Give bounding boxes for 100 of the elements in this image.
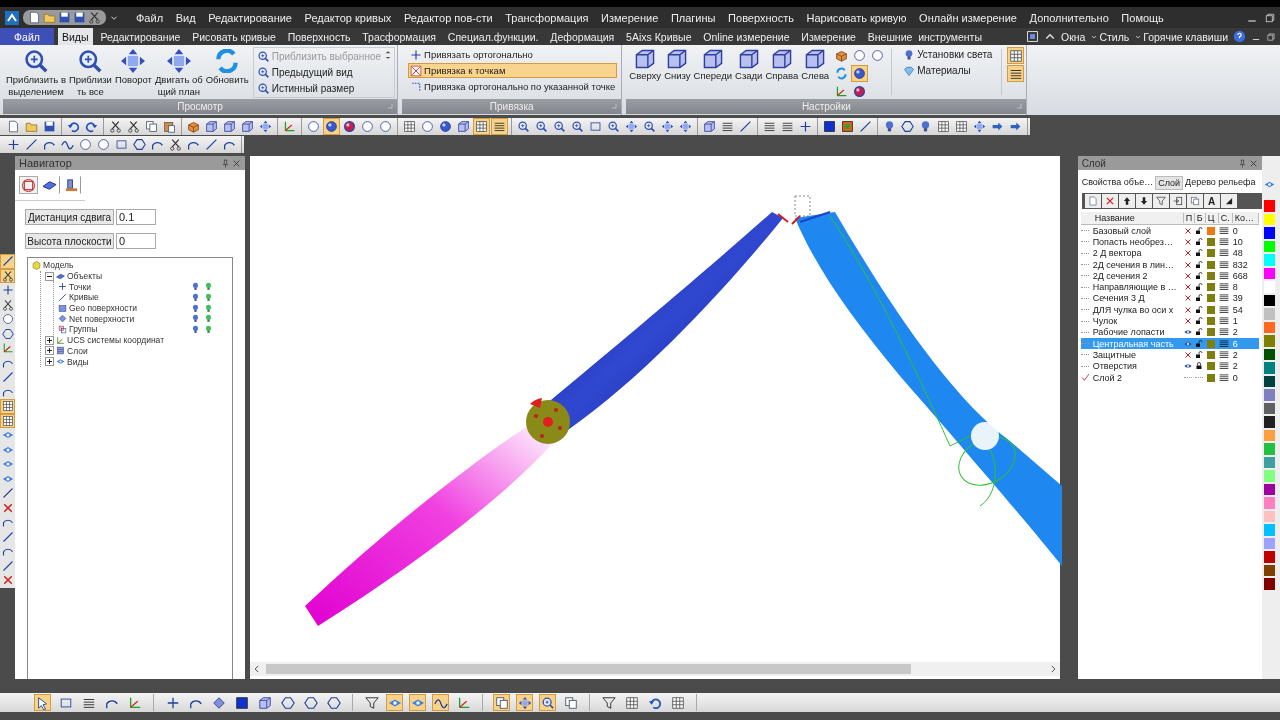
menu-item[interactable]: Трансформация — [503, 11, 591, 24]
menu-item[interactable]: Вид — [173, 11, 198, 24]
column-header[interactable]: Ц — [1205, 213, 1219, 223]
table-cell-text: 48 — [1232, 248, 1244, 259]
table-cell-text: 39 — [1232, 293, 1244, 304]
ribbon-button[interactable]: Приблизить в выделением — [5, 47, 67, 100]
ribbon-tab[interactable]: Файл — [0, 28, 54, 45]
table-row[interactable]: Сечения 3 Д 39 — [1080, 292, 1260, 305]
ribbon-tab[interactable]: Рисовать кривые — [188, 28, 280, 45]
ribbon-button[interactable]: Двигать об щий план — [153, 47, 204, 100]
ribbon-item[interactable]: Предыдущий вид — [254, 65, 384, 80]
layer-name: 2Д сечения 2 — [1092, 270, 1149, 281]
table-row[interactable]: 2 Д вектора 48 — [1080, 247, 1260, 259]
table-cell-text: 0 — [1232, 225, 1239, 236]
column-header[interactable]: П — [1183, 213, 1195, 223]
ribbon-button[interactable]: Обновить — [204, 47, 250, 88]
menu-item[interactable]: Плагины — [668, 11, 718, 24]
layer-name: Базовый слой — [1092, 225, 1153, 236]
field-button[interactable]: Дистанция сдвига — [25, 209, 114, 225]
table-row[interactable]: Направляющие в … 8 — [1080, 281, 1260, 293]
input-field[interactable]: 0 — [116, 233, 156, 249]
table-row[interactable]: ДЛЯ чулка во оси x 54 — [1080, 304, 1260, 316]
menu-button[interactable]: Окна — [1061, 30, 1086, 43]
tree-item[interactable]: Объекты — [67, 271, 103, 282]
menu-item[interactable]: Нарисовать кривую — [804, 11, 909, 24]
column-header[interactable]: Б — [1194, 213, 1206, 223]
tree-item[interactable]: Слои — [67, 345, 88, 356]
menu-item[interactable]: Редактор кривых — [302, 11, 394, 24]
tree-item[interactable]: Точки — [69, 281, 91, 292]
ribbon-item[interactable]: Привязка ортогонально по указанной точке — [408, 79, 618, 94]
ribbon-button[interactable]: Справа — [764, 47, 800, 84]
ribbon-tab[interactable]: Виды — [58, 28, 93, 45]
column-header[interactable]: Ко… — [1232, 213, 1260, 223]
tree-item[interactable]: Кривые — [69, 292, 99, 303]
menu-item[interactable]: Онлайн измерение — [917, 11, 1019, 24]
ribbon-tab[interactable]: Поверхность — [283, 28, 355, 45]
panel-tab[interactable]: Слой — [1155, 176, 1184, 190]
ribbon-button[interactable]: Сверху — [628, 47, 663, 84]
input-field[interactable]: 0.1 — [116, 209, 156, 225]
ribbon-button[interactable]: Слева — [800, 47, 831, 84]
menu-button[interactable]: Стиль — [1090, 30, 1130, 43]
ribbon-tab[interactable]: Внешние инструменты — [863, 28, 986, 45]
tool-button[interactable]: A — [1203, 194, 1220, 208]
ribbon-tab[interactable]: Специал.функции. — [443, 28, 543, 45]
layer-name: 2Д сечения в лин… — [1092, 259, 1176, 270]
ribbon-tab[interactable]: Деформация — [546, 28, 619, 45]
menu-item[interactable]: Измерение — [599, 11, 661, 24]
ribbon-tab[interactable]: Трасформация — [358, 28, 440, 45]
menu-item[interactable]: Файл — [134, 11, 166, 24]
ribbon-tab[interactable]: Редактирование — [96, 28, 185, 45]
ribbon-button[interactable]: Сзади — [734, 47, 764, 84]
layer-name: Рабочие лопасти — [1092, 327, 1166, 338]
ribbon-button[interactable]: Поворот — [113, 47, 153, 88]
ribbon-tab[interactable]: Online измерение — [699, 28, 794, 45]
layer-name: 2 Д вектора — [1092, 248, 1143, 259]
table-row[interactable]: 2Д сечения в лин… 832 — [1080, 258, 1260, 271]
table-row[interactable]: Базовый слой 0 — [1080, 225, 1260, 237]
menu-item[interactable]: Помощь — [1119, 11, 1166, 24]
menu-item[interactable]: Поверхность — [726, 11, 796, 24]
table-row[interactable]: Слой 2 0 — [1080, 371, 1260, 384]
table-row[interactable]: Чулок 1 — [1080, 315, 1260, 327]
table-cell-text: 2 — [1232, 361, 1239, 372]
tree-item[interactable]: UCS системы координат — [67, 335, 165, 346]
ribbon-tab[interactable]: 5Aixs Кривые — [622, 28, 696, 45]
table-row[interactable]: Попасть необрез… 10 — [1080, 236, 1260, 248]
group-title: Настройки — [801, 100, 851, 113]
ribbon-item[interactable]: Привязать ортогонально — [408, 47, 618, 62]
ribbon-button[interactable]: Приблизи ть все — [67, 47, 113, 100]
panel-tab[interactable]: Дерево рельефа — [1183, 176, 1258, 190]
layer-name: Направляющие в … — [1092, 282, 1178, 293]
layer-name: Чулок — [1092, 316, 1119, 326]
ribbon-tab[interactable]: Измерение — [797, 28, 860, 45]
table-cell-text: 1 — [1232, 316, 1239, 326]
column-header[interactable]: Название — [1092, 213, 1184, 223]
ribbon-item[interactable]: Истинный размер — [254, 81, 384, 96]
tree-item[interactable]: Net поверхности — [69, 313, 135, 324]
table-row[interactable]: Защитные 2 — [1080, 349, 1260, 361]
column-header[interactable]: С. — [1218, 213, 1233, 223]
ribbon-item[interactable]: Привязка к точкам — [408, 63, 618, 78]
tree-item[interactable]: Geo поверхности — [69, 303, 138, 314]
table-cell-text: 10 — [1232, 236, 1244, 247]
table-cell-text: 8 — [1232, 282, 1239, 293]
ribbon-button[interactable]: Спереди — [692, 47, 734, 84]
menu-item[interactable]: Редактор пов-сти — [401, 11, 495, 24]
menu-button[interactable]: Горячие клавиши — [1134, 30, 1228, 43]
panel-tab[interactable]: Свойства объе… — [1079, 176, 1156, 190]
layer-name: Центральная часть — [1092, 338, 1175, 349]
ribbon-item[interactable]: Материалы — [901, 63, 995, 78]
table-row[interactable]: 2Д сечения 2 668 — [1080, 270, 1260, 282]
menu-item[interactable]: Дополнительно — [1027, 11, 1111, 24]
tree-item[interactable]: Виды — [67, 356, 89, 367]
table-row[interactable]: Отверстия 2 — [1080, 360, 1260, 372]
table-row[interactable]: Рабочие лопасти 2 — [1080, 326, 1260, 338]
field-button[interactable]: Высота плоскости — [25, 233, 114, 249]
group-title: Привязка — [489, 100, 534, 113]
ribbon-item[interactable]: Установки света — [901, 47, 995, 62]
ribbon-button[interactable]: Снизу — [663, 47, 692, 84]
tree-item[interactable]: Группы — [69, 324, 98, 335]
tree-item[interactable]: Модель — [43, 260, 74, 271]
menu-item[interactable]: Редактирование — [206, 11, 294, 24]
